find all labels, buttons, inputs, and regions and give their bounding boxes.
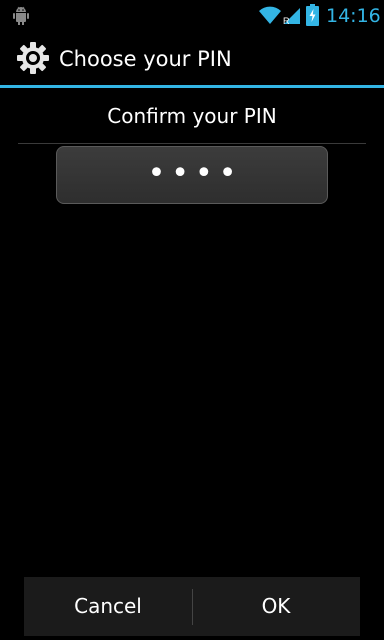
status-bar: R 14:16: [0, 0, 384, 32]
confirm-pin-prompt: Confirm your PIN: [107, 104, 277, 128]
pin-masked-value: ••••: [147, 156, 243, 191]
battery-charging-icon: [306, 4, 319, 26]
divider: [18, 143, 366, 144]
wifi-icon: [259, 6, 281, 24]
action-bar: Choose your PIN: [0, 32, 384, 88]
signal-icon: R: [283, 8, 300, 25]
screen: R 14:16 Choose your PIN Confirm your PIN…: [0, 0, 384, 640]
cancel-button[interactable]: Cancel: [24, 577, 192, 636]
pin-input[interactable]: ••••: [56, 146, 328, 204]
gear-icon[interactable]: [16, 41, 50, 75]
svg-text:R: R: [283, 16, 290, 25]
button-bar: Cancel OK: [24, 577, 360, 636]
action-bar-title: Choose your PIN: [59, 47, 232, 71]
android-debug-icon: [13, 6, 29, 25]
status-clock: 14:16: [326, 5, 381, 27]
ok-button[interactable]: OK: [192, 577, 360, 636]
